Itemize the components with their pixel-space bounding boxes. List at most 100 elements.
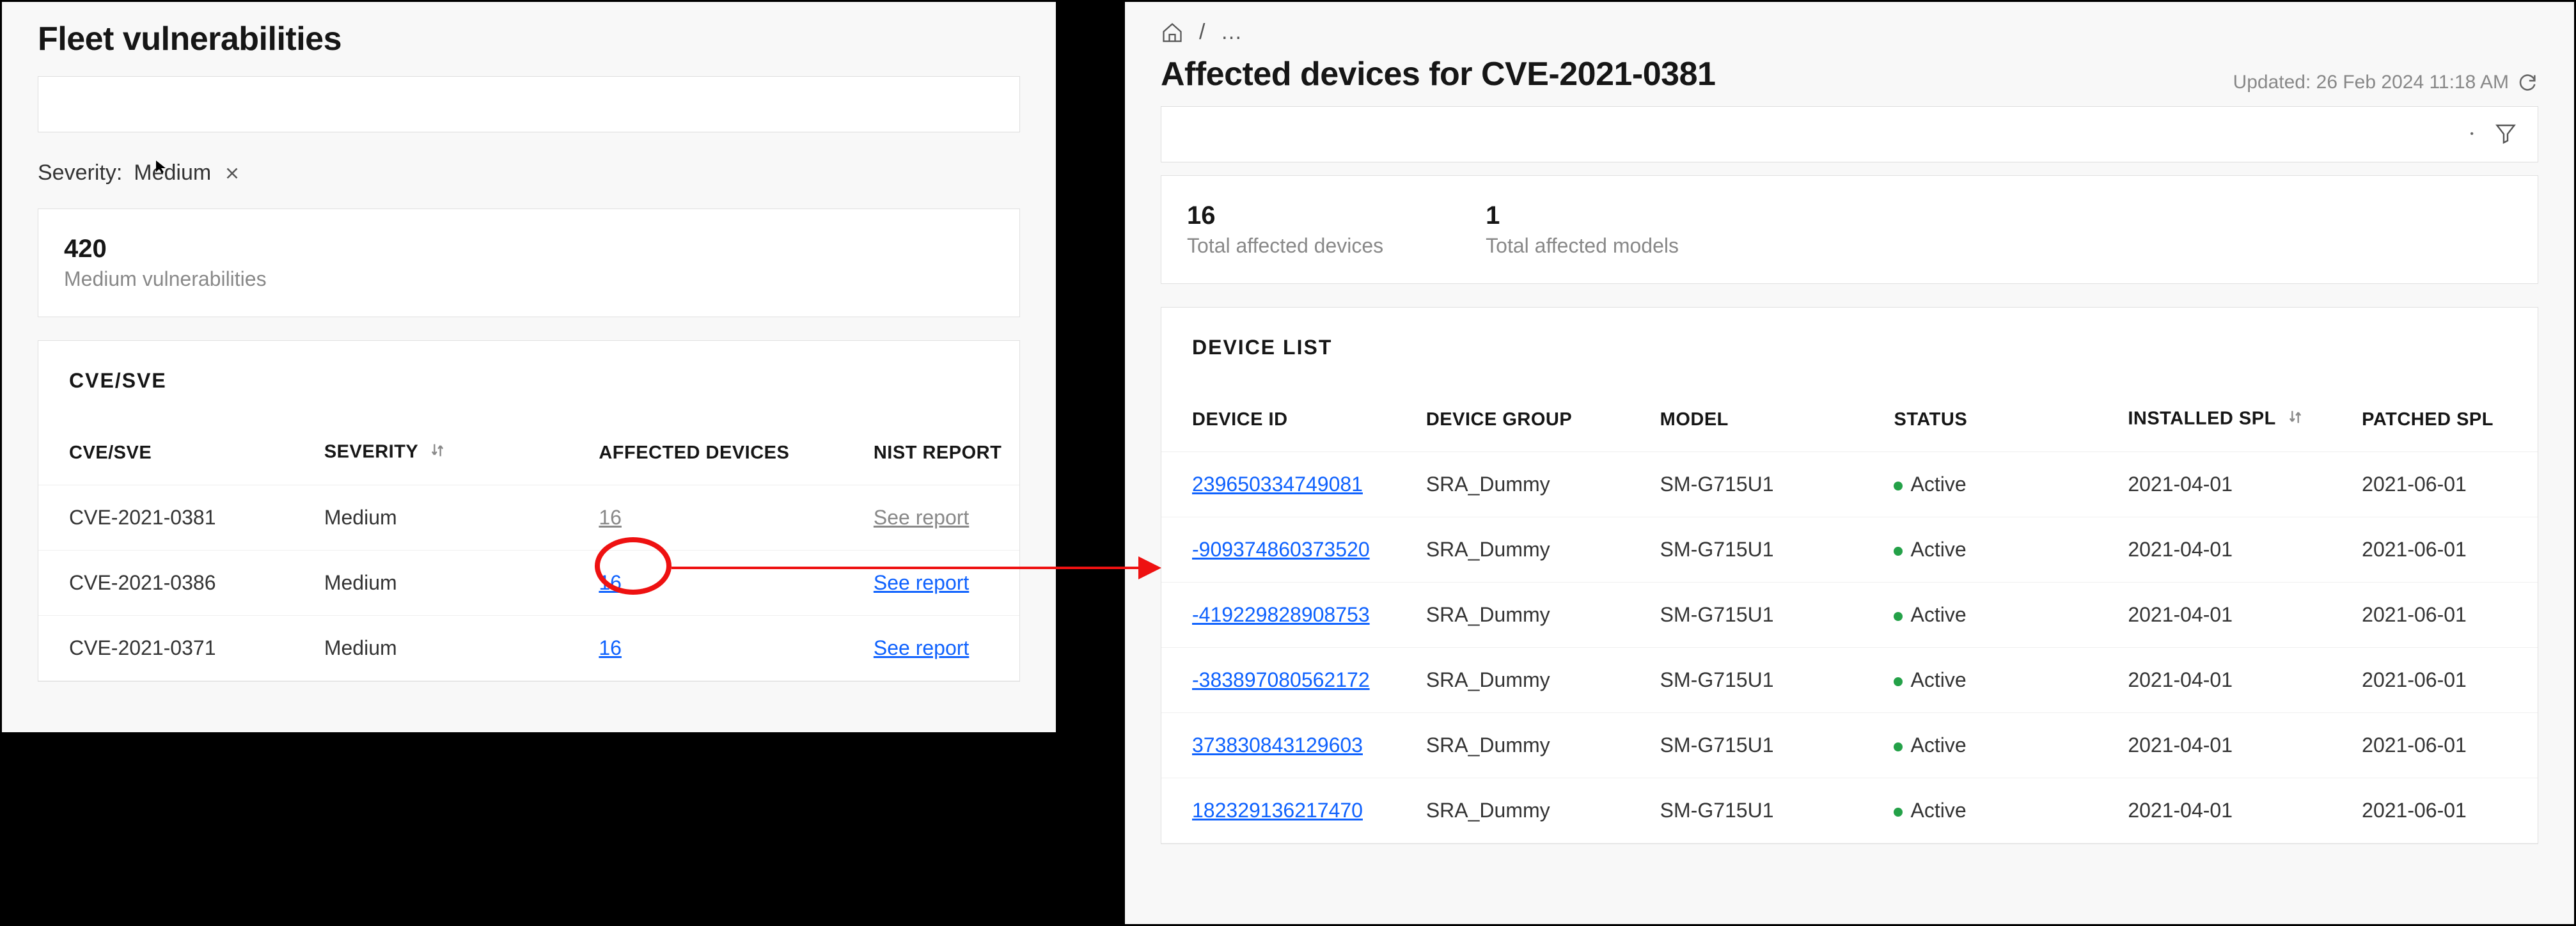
nist-report-link[interactable]: See report (874, 636, 969, 659)
cell-cve: CVE-2021-0386 (38, 551, 294, 616)
page-title: Fleet vulnerabilities (2, 2, 1056, 76)
home-icon[interactable] (1161, 21, 1184, 44)
col-device-group[interactable]: DEVICE GROUP (1395, 388, 1630, 452)
col-model[interactable]: MODEL (1630, 388, 1864, 452)
status-dot-icon (1894, 482, 1903, 490)
cell-model: SM-G715U1 (1630, 778, 1864, 844)
table-row: -419229828908753SRA_DummySM-G715U1Active… (1161, 583, 2538, 648)
nist-report-link[interactable]: See report (874, 571, 969, 594)
cell-patched-spl: 2021-06-01 (2331, 648, 2538, 713)
col-installed-spl[interactable]: INSTALLED SPL (2097, 388, 2331, 452)
affected-devices-link[interactable]: 16 (599, 636, 622, 659)
status-dot-icon (1894, 808, 1903, 817)
refresh-icon[interactable] (2517, 72, 2538, 93)
cell-group: SRA_Dummy (1395, 778, 1630, 844)
table-row: CVE-2021-0386Medium 16 See report (38, 551, 1019, 616)
cve-table: CVE/SVE SEVERITY AFFECTED DEVICES NIST R… (38, 421, 1019, 681)
cell-model: SM-G715U1 (1630, 713, 1864, 778)
affected-devices-link[interactable]: 16 (599, 506, 622, 529)
stat-value: 1 (1486, 201, 1679, 230)
device-id-link[interactable]: 239650334749081 (1192, 473, 1363, 496)
cell-cve: CVE-2021-0371 (38, 616, 294, 681)
cell-severity: Medium (294, 485, 569, 551)
cell-severity: Medium (294, 551, 569, 616)
col-status[interactable]: STATUS (1863, 388, 2097, 452)
device-id-link[interactable]: -419229828908753 (1192, 603, 1370, 626)
status-dot-icon (1894, 677, 1903, 686)
cell-status: Active (1863, 452, 2097, 517)
cell-model: SM-G715U1 (1630, 452, 1864, 517)
breadcrumb: / … (1125, 2, 2574, 50)
table-row: -909374860373520 SRA_DummySM-G715U1Active… (1161, 517, 2538, 583)
cell-status: Active (1863, 778, 2097, 844)
stat-value: 16 (1187, 201, 1383, 230)
stat-label: Total affected models (1486, 234, 1679, 258)
affected-stats-card: 16 Total affected devices 1 Total affected … (1161, 175, 2538, 284)
fleet-vulnerabilities-panel: Fleet vulnerabilities Severity: Medium 4… (0, 0, 1058, 734)
stat-value: 420 (64, 235, 994, 263)
nist-report-link[interactable]: See report (874, 506, 969, 529)
cell-patched-spl: 2021-06-01 (2331, 778, 2538, 844)
cell-installed-spl: 2021-04-01 (2097, 778, 2331, 844)
sort-icon (2286, 408, 2304, 431)
cell-patched-spl: 2021-06-01 (2331, 713, 2538, 778)
col-cve[interactable]: CVE/SVE (38, 421, 294, 485)
cell-model: SM-G715U1 (1630, 648, 1864, 713)
bullet-icon: • (2470, 129, 2474, 140)
breadcrumb-separator: / (1199, 20, 1205, 45)
status-dot-icon (1894, 742, 1903, 751)
status-dot-icon (1894, 547, 1903, 556)
cell-group: SRA_Dummy (1395, 517, 1630, 583)
table-row: 239650334749081SRA_DummySM-G715U1Active2… (1161, 452, 2538, 517)
cell-installed-spl: 2021-04-01 (2097, 713, 2331, 778)
filter-value: Medium (134, 161, 211, 185)
cell-patched-spl: 2021-06-01 (2331, 452, 2538, 517)
cell-status: Active (1863, 648, 2097, 713)
device-id-link[interactable]: 182329136217470 (1192, 799, 1363, 822)
vulnerability-count-card: 420 Medium vulnerabilities (38, 208, 1020, 317)
cell-model: SM-G715U1 (1630, 517, 1864, 583)
breadcrumb-ellipsis[interactable]: … (1220, 20, 1242, 45)
cell-installed-spl: 2021-04-01 (2097, 452, 2331, 517)
device-id-link[interactable]: -383897080562172 (1192, 668, 1370, 691)
cell-cve: CVE-2021-0381 (38, 485, 294, 551)
cell-status: Active (1863, 517, 2097, 583)
device-id-link[interactable]: 373830843129603 (1192, 734, 1363, 757)
stat-label: Total affected devices (1187, 234, 1383, 258)
device-list-card: DEVICE LIST DEVICE ID DEVICE GROUP MODEL… (1161, 307, 2538, 844)
filter-icon[interactable] (2494, 122, 2517, 148)
col-nist[interactable]: NIST REPORT (843, 421, 1019, 485)
sort-icon (428, 441, 446, 464)
cell-installed-spl: 2021-04-01 (2097, 517, 2331, 583)
cell-patched-spl: 2021-06-01 (2331, 517, 2538, 583)
cell-status: Active (1863, 583, 2097, 648)
severity-filter-chip[interactable]: Severity: Medium (2, 155, 1056, 208)
search-bar[interactable]: • (1161, 106, 2538, 162)
table-row: 182329136217470SRA_DummySM-G715U1Active2… (1161, 778, 2538, 844)
cell-group: SRA_Dummy (1395, 452, 1630, 517)
col-patched-spl[interactable]: PATCHED SPL (2331, 388, 2538, 452)
cell-group: SRA_Dummy (1395, 713, 1630, 778)
cell-patched-spl: 2021-06-01 (2331, 583, 2538, 648)
stat-label: Medium vulnerabilities (64, 267, 994, 291)
table-row: 373830843129603SRA_DummySM-G715U1Active2… (1161, 713, 2538, 778)
table-row: -383897080562172SRA_DummySM-G715U1Active… (1161, 648, 2538, 713)
affected-devices-link[interactable]: 16 (599, 571, 622, 594)
affected-devices-panel: / … Affected devices for CVE-2021-0381 U… (1123, 0, 2576, 926)
cell-group: SRA_Dummy (1395, 583, 1630, 648)
cell-installed-spl: 2021-04-01 (2097, 583, 2331, 648)
stat-block: 1 Total affected models (1486, 201, 1679, 258)
page-title: Affected devices for CVE-2021-0381 (1161, 55, 1715, 93)
cell-severity: Medium (294, 616, 569, 681)
table-title: CVE/SVE (38, 341, 1019, 421)
col-severity[interactable]: SEVERITY (294, 421, 569, 485)
updated-timestamp: Updated: 26 Feb 2024 11:18 AM (2233, 72, 2538, 93)
search-bar[interactable] (38, 76, 1020, 132)
table-row: CVE-2021-0381Medium 16 See report (38, 485, 1019, 551)
close-icon[interactable] (223, 164, 242, 183)
device-id-link[interactable]: -909374860373520 (1192, 538, 1370, 561)
col-affected[interactable]: AFFECTED DEVICES (568, 421, 843, 485)
col-device-id[interactable]: DEVICE ID (1161, 388, 1395, 452)
cursor-icon (154, 159, 169, 175)
stat-block: 16 Total affected devices (1187, 201, 1383, 258)
